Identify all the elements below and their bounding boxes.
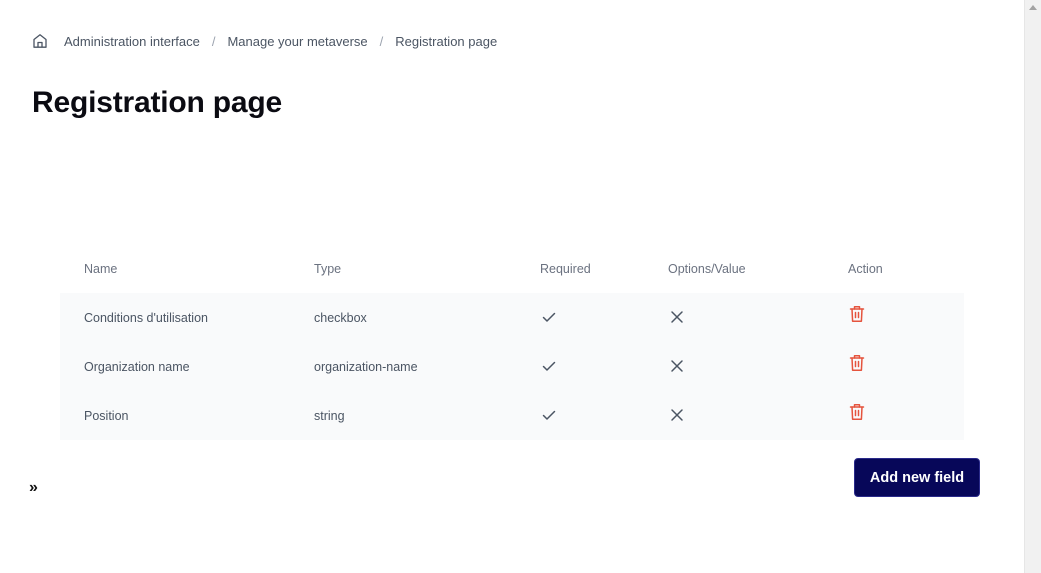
home-icon[interactable] — [32, 33, 48, 49]
trash-icon[interactable] — [848, 403, 866, 421]
column-header-options: Options/Value — [668, 262, 746, 276]
table-row: Conditions d'utilisation checkbox — [60, 293, 964, 342]
check-icon — [540, 406, 558, 424]
x-icon — [668, 406, 686, 424]
table-row: Position string — [60, 391, 964, 440]
double-chevron-right-icon[interactable]: » — [29, 479, 38, 497]
column-header-name: Name — [84, 262, 118, 276]
scrollbar[interactable] — [1024, 0, 1041, 573]
trash-icon[interactable] — [848, 305, 866, 323]
table-row: Organization name organization-name — [60, 342, 964, 391]
x-icon — [668, 357, 686, 375]
x-icon — [668, 308, 686, 326]
page-title: Registration page — [32, 86, 282, 119]
breadcrumb-separator: / — [211, 33, 216, 49]
registration-fields-table: Name Type Required Options/Value Action … — [60, 245, 964, 440]
breadcrumb-item-registration: Registration page — [395, 33, 498, 49]
column-header-action: Action — [848, 262, 883, 276]
field-type: checkbox — [314, 310, 367, 325]
check-icon — [540, 308, 558, 326]
trash-icon[interactable] — [848, 354, 866, 372]
add-new-field-button[interactable]: Add new field — [854, 458, 980, 497]
check-icon — [540, 357, 558, 375]
breadcrumb-item-manage-metaverse[interactable]: Manage your metaverse — [227, 34, 367, 49]
field-type: string — [314, 408, 345, 423]
breadcrumb-separator: / — [379, 33, 384, 49]
column-header-type: Type — [314, 262, 342, 276]
field-name: Position — [84, 408, 129, 423]
breadcrumb-item-administration[interactable]: Administration interface — [64, 34, 200, 49]
field-type: organization-name — [314, 359, 418, 374]
scroll-up-arrow-icon[interactable] — [1029, 5, 1037, 10]
page: Administration interface / Manage your m… — [0, 0, 1024, 573]
field-name: Conditions d'utilisation — [84, 310, 208, 325]
column-header-required: Required — [540, 262, 591, 276]
table-header: Name Type Required Options/Value Action — [60, 245, 964, 293]
table-body: Conditions d'utilisation checkbox Organi… — [60, 293, 964, 440]
field-name: Organization name — [84, 359, 190, 374]
breadcrumb: Administration interface / Manage your m… — [32, 31, 497, 51]
